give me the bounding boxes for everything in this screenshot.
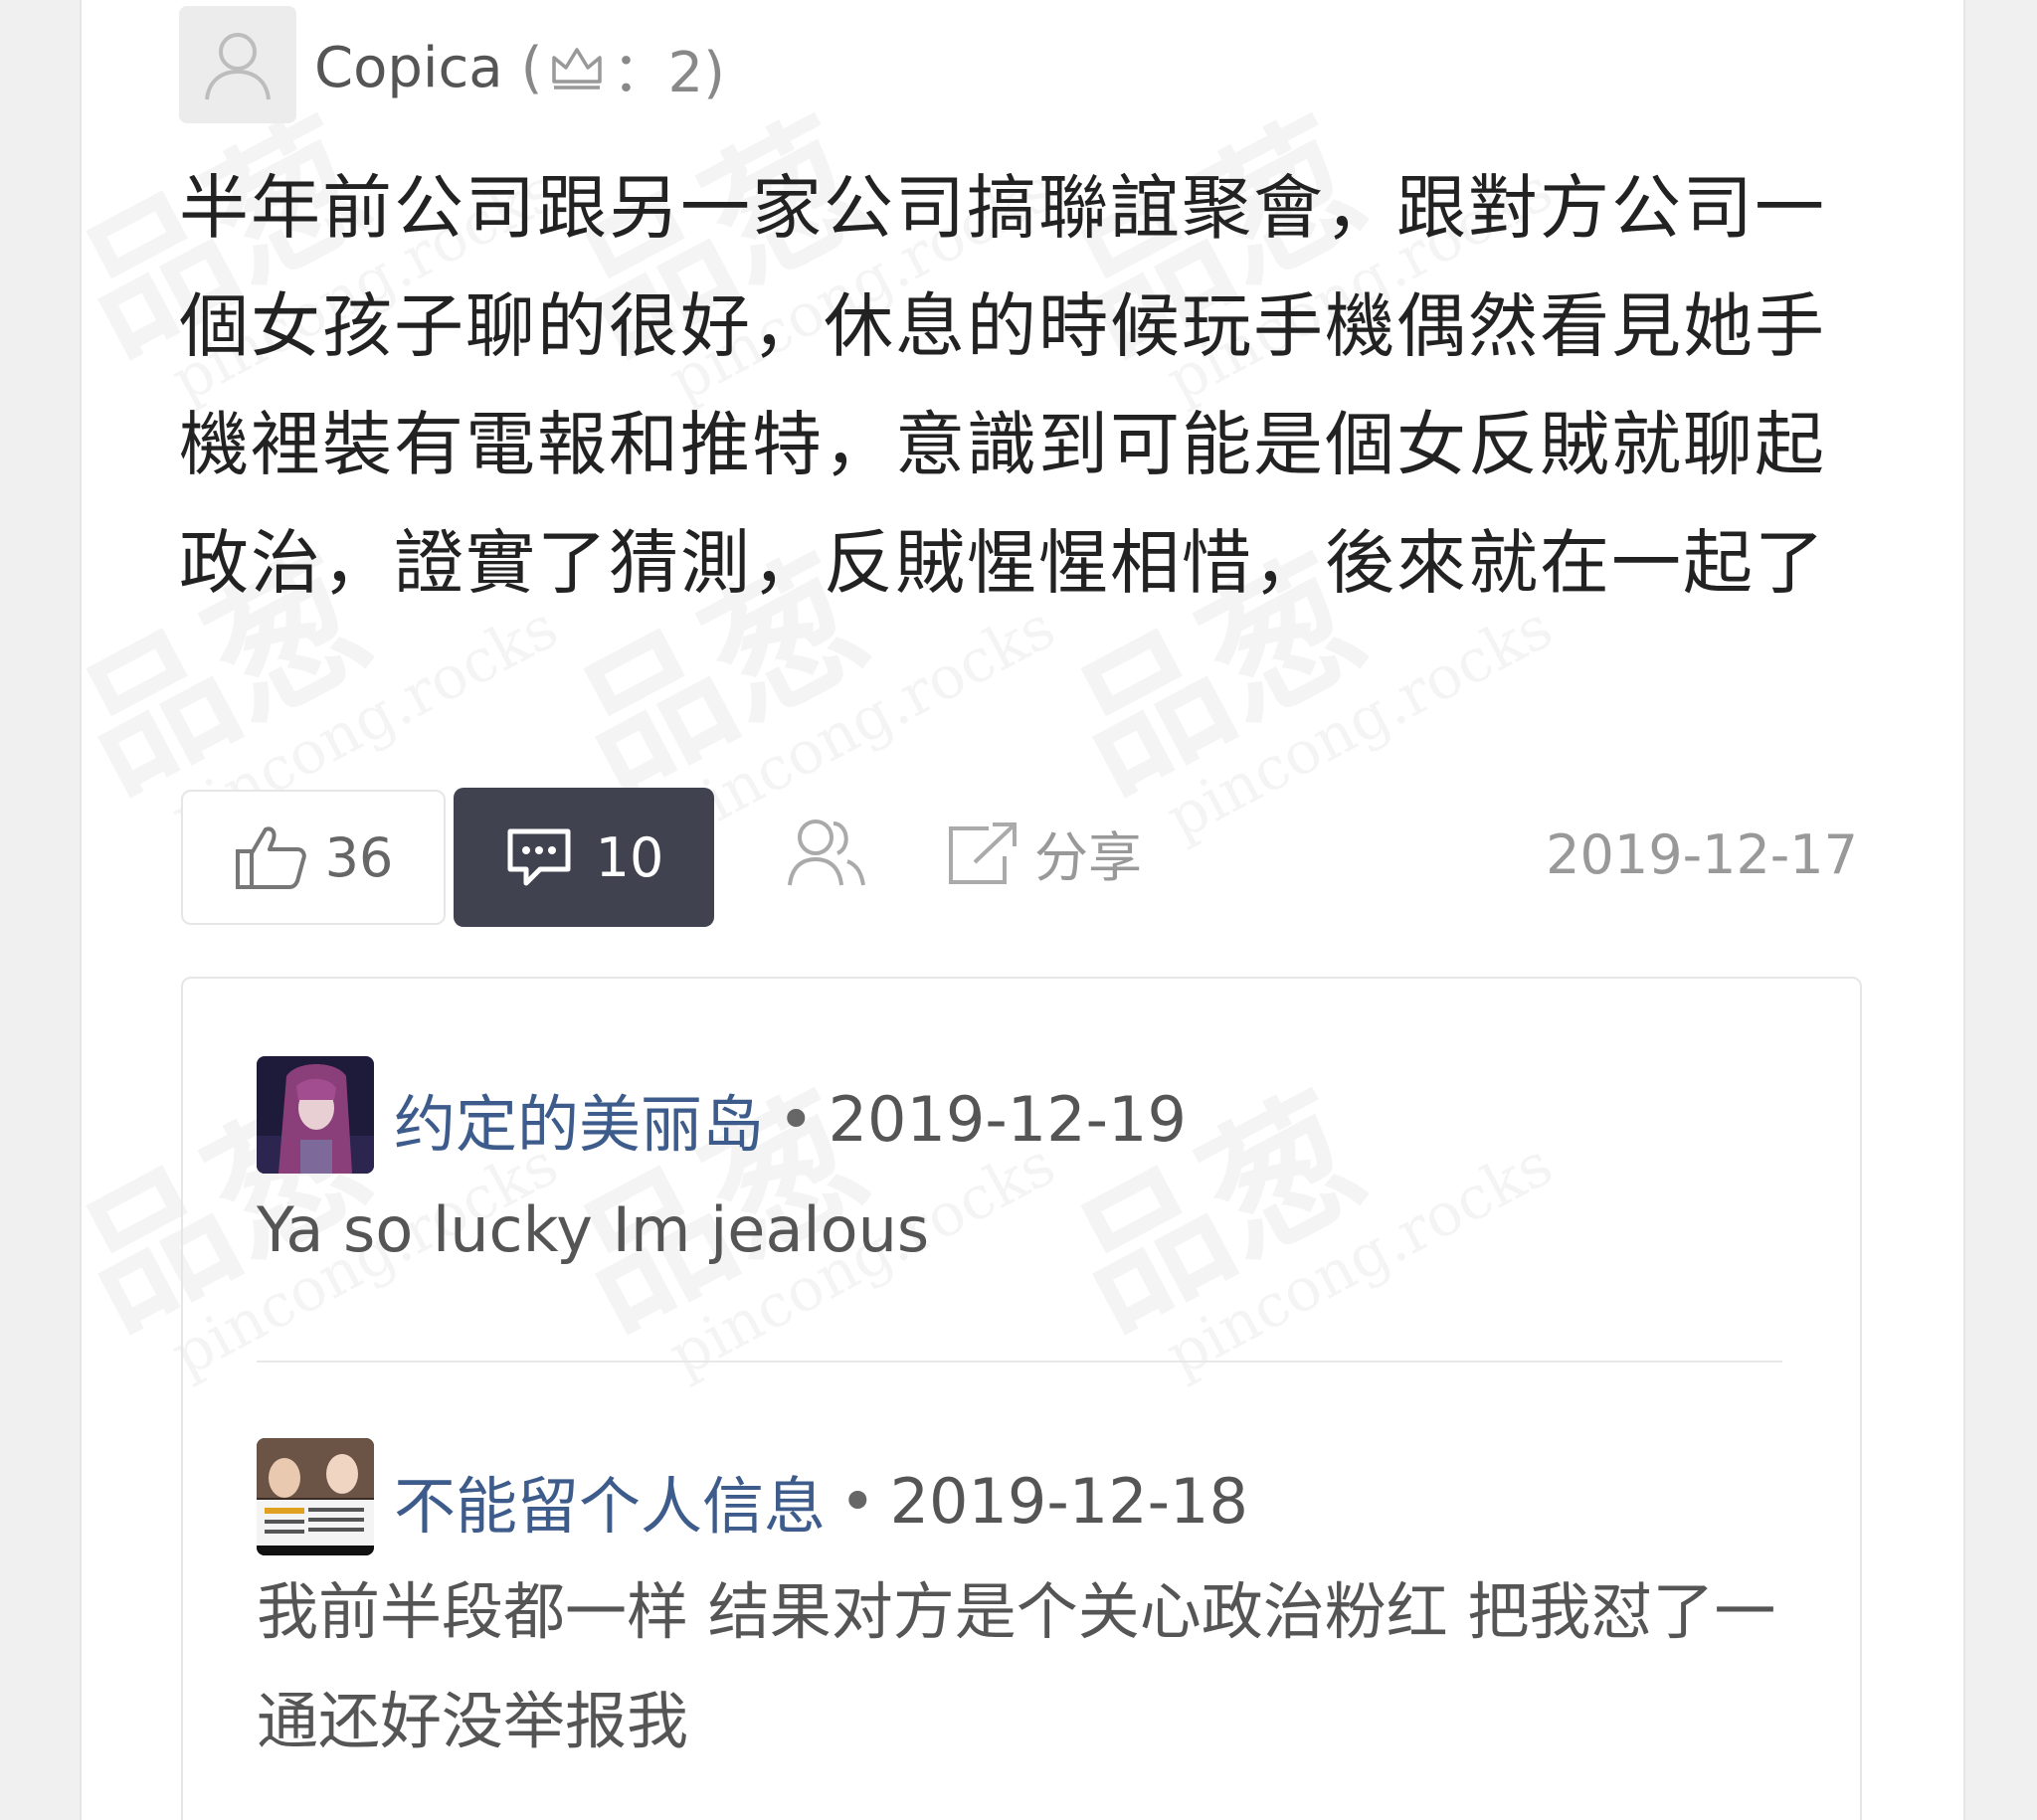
avatar-image [257,1438,374,1555]
user-icon [205,33,271,100]
like-count: 36 [324,825,394,889]
comment-button[interactable]: 10 [454,788,714,927]
comment-date: 2019-12-18 [889,1464,1248,1538]
share-label: 分享 [1034,826,1142,889]
author-reputation: ( ：2) [520,36,725,105]
comment-header: 不能留个人信息 • 2019-12-18 [394,1456,1248,1546]
comment-text: 我前半段都一样 结果对方是个关心政治粉红 把我怼了一通还好没举报我 [257,1575,1776,1757]
comment-divider [257,1361,1782,1363]
right-margin [1957,0,2037,1820]
separator-dot: • [778,1082,815,1156]
page: 品葱pincong.rocks 品葱pincong.rocks 品葱pincon… [0,0,2037,1820]
thumbs-up-icon [235,826,306,889]
commenter-name[interactable]: 约定的美丽岛 [394,1074,764,1164]
share-icon [949,821,1017,884]
separator-dot: • [839,1464,876,1538]
comment-date: 2019-12-19 [828,1082,1187,1156]
author-avatar[interactable] [179,6,296,123]
like-button[interactable]: 36 [181,790,446,925]
comment-header: 约定的美丽岛 • 2019-12-19 [394,1074,1187,1164]
crown-icon [552,47,603,90]
comment-icon [507,828,571,886]
comment-count: 10 [595,825,664,889]
share-button[interactable]: 分享 [945,814,1142,892]
author-line: Copica ( ：2) [314,28,725,108]
participants-icon [788,819,865,886]
people-icon[interactable] [786,814,867,893]
author-name[interactable]: Copica [314,36,503,100]
avatar-image [257,1056,374,1174]
commenter-avatar[interactable] [257,1438,374,1555]
commenter-name[interactable]: 不能留个人信息 [394,1456,826,1546]
post-date: 2019-12-17 [1546,823,1858,886]
comment-text: Ya so lucky Im jealous [257,1193,930,1266]
post-body: 半年前公司跟另一家公司搞聯誼聚會，跟對方公司一個女孩子聊的很好，休息的時候玩手機… [179,167,1826,604]
commenter-avatar[interactable] [257,1056,374,1174]
left-margin [0,0,80,1820]
